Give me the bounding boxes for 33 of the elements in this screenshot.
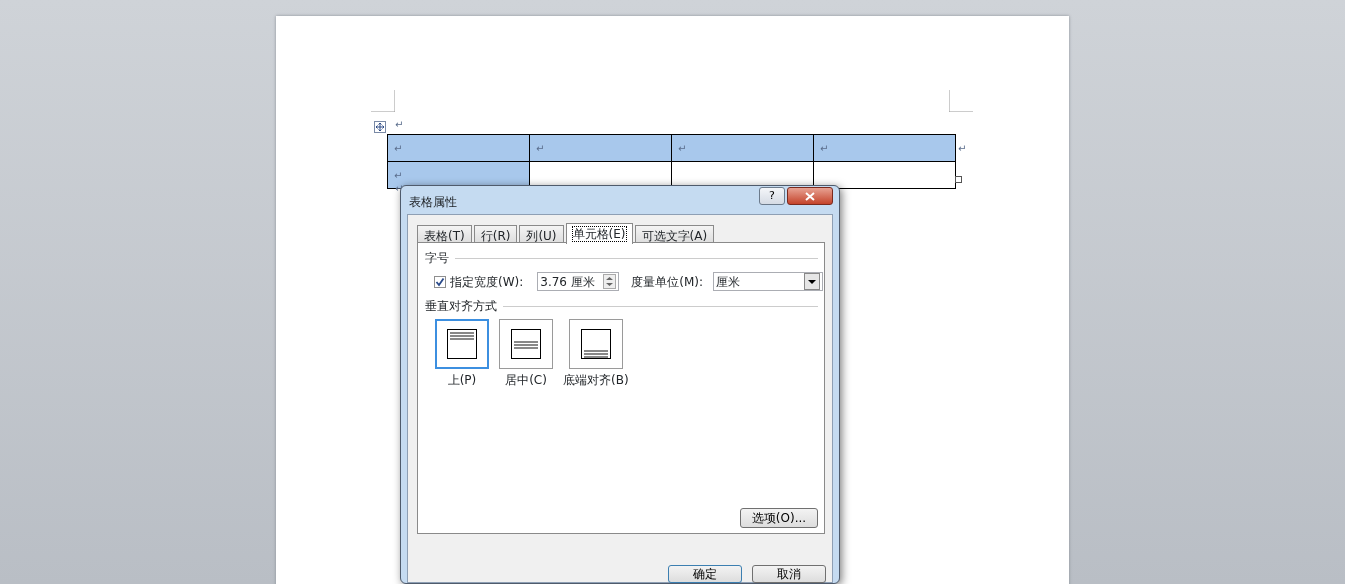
- unit-label: 度量单位(M):: [631, 273, 704, 291]
- checkbox[interactable]: [434, 275, 446, 288]
- table-resize-handle-icon[interactable]: [955, 176, 962, 183]
- row-end-mark: ↵: [958, 142, 967, 154]
- margin-corner-mark: [949, 90, 973, 112]
- alignment-icon: [447, 329, 477, 359]
- alignment-label: 居中(C): [505, 372, 547, 389]
- spinner-arrows-icon: [603, 274, 617, 289]
- alignment-option[interactable]: [435, 319, 489, 369]
- window-title: 表格属性: [409, 194, 457, 211]
- paragraph-mark: ↵: [395, 120, 404, 130]
- close-button[interactable]: [787, 187, 833, 205]
- table-move-handle-icon[interactable]: [374, 121, 386, 133]
- alignment-icon: [580, 329, 611, 359]
- margin-corner-mark: [371, 90, 395, 112]
- ok-button[interactable]: 确定: [668, 565, 742, 583]
- alignment-icon: [511, 329, 541, 359]
- section-label: 字号: [425, 250, 449, 267]
- tab[interactable]: 表格(T): [417, 225, 472, 244]
- section-label: 垂直对齐方式: [425, 298, 497, 315]
- unit-dropdown[interactable]: 厘米: [713, 272, 824, 291]
- close-icon: [805, 191, 815, 201]
- alignment-option[interactable]: [499, 319, 553, 369]
- cancel-button[interactable]: 取消: [752, 565, 826, 583]
- width-spin-field[interactable]: 3.76 厘米: [537, 272, 620, 291]
- alignment-label: 上(P): [447, 372, 477, 389]
- alignment-label: 底端对齐(B): [563, 372, 629, 389]
- tab[interactable]: 列(U): [519, 225, 564, 244]
- alignment-option[interactable]: [568, 319, 623, 369]
- help-button[interactable]: ?: [759, 187, 785, 205]
- options-button[interactable]: 选项(O)...: [740, 508, 818, 528]
- checkbox-label: 指定宽度(W):: [450, 273, 524, 291]
- tab[interactable]: 单元格(E): [565, 223, 633, 244]
